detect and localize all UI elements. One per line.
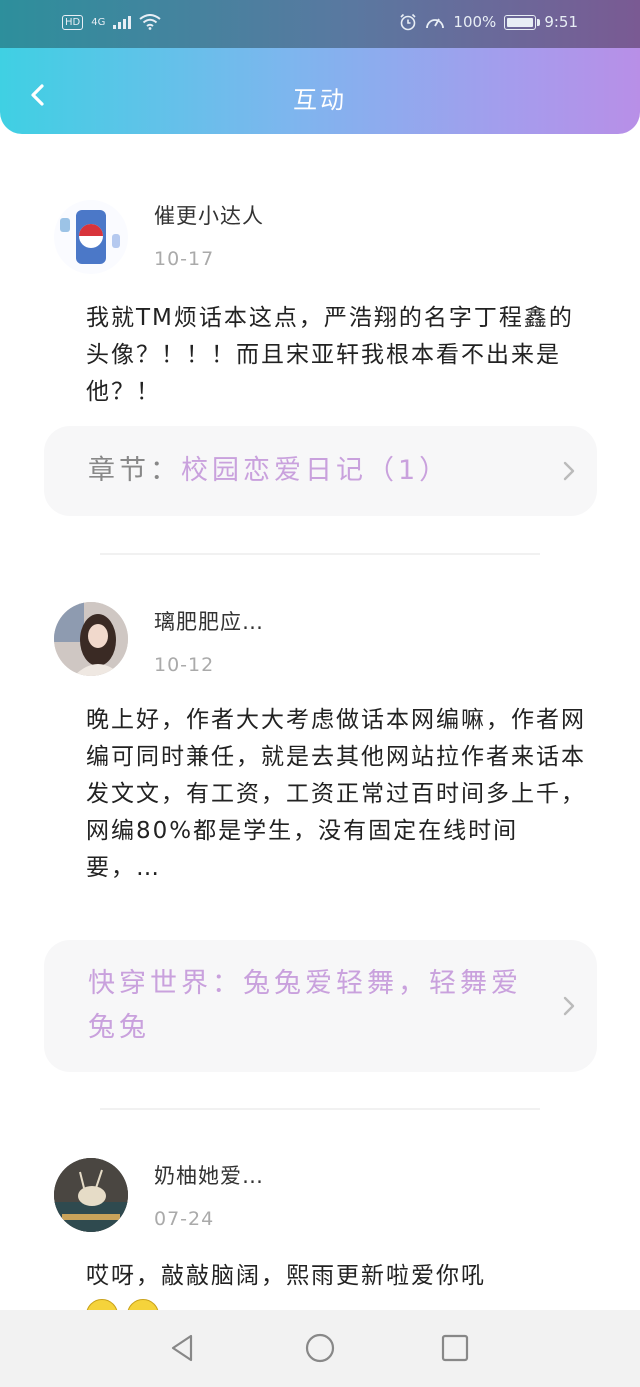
avatar-image: [54, 1158, 128, 1232]
emoji-icon: [127, 1299, 160, 1310]
wifi-icon: [139, 14, 161, 30]
page-title: 互动: [293, 86, 347, 114]
home-circle-icon[interactable]: [304, 1332, 336, 1364]
app-header: HD 4G 100% 9:51 互动: [0, 0, 640, 134]
clock-time: 9:51: [544, 13, 578, 31]
username[interactable]: 璃肥肥应…: [154, 606, 264, 636]
battery-icon: [504, 14, 541, 30]
username[interactable]: 奶柚她爱…: [154, 1160, 264, 1190]
status-right: 100% 9:51: [399, 13, 578, 31]
chevron-right-icon: [563, 996, 575, 1016]
status-bar: HD 4G 100% 9:51: [0, 0, 640, 48]
comment-text: 晚上好，作者大大考虑做话本网编嘛，作者网编可同时兼任，就是去其他网站拉作者来话本…: [86, 707, 586, 881]
alarm-icon: [400, 13, 416, 31]
chapter-title: 快穿世界：兔兔爱轻舞，轻舞爱兔兔: [88, 968, 522, 1043]
avatar[interactable]: [54, 200, 128, 274]
signal-icon: [113, 15, 132, 29]
emoji-icon: [86, 1299, 118, 1310]
chevron-right-icon: [563, 461, 575, 481]
chapter-label: 章节：: [88, 455, 181, 486]
chapter-text: 章节：校园恋爱日记（1）: [88, 449, 537, 493]
avatar-image: [54, 602, 128, 676]
comment-text: 我就TM烦话本这点，严浩翔的名字丁程鑫的头像？！！！而且宋亚轩我根本看不出来是他…: [86, 305, 574, 405]
username[interactable]: 催更小达人: [154, 200, 264, 230]
avatar[interactable]: [54, 1158, 128, 1232]
comment-date: 10-12: [154, 654, 215, 676]
comment-card: 奶柚她爱… 07-24 哎呀，敲敲脑阔，熙雨更新啦爱你吼: [0, 1110, 640, 1310]
system-nav-bar: [0, 1310, 640, 1387]
comment-card: 催更小达人 10-17 我就TM烦话本这点，严浩翔的名字丁程鑫的头像？！！！而且…: [0, 150, 640, 560]
divider: [100, 553, 540, 555]
chapter-title: 校园恋爱日记（1）: [181, 455, 451, 486]
comment-text: 哎呀，敲敲脑阔，熙雨更新啦爱你吼: [86, 1258, 596, 1310]
chapter-link[interactable]: 章节：校园恋爱日记（1）: [44, 426, 597, 516]
avatar-image: [60, 210, 120, 264]
back-triangle-icon[interactable]: [167, 1332, 199, 1364]
speed-icon: [426, 18, 445, 29]
comment-text-body: 哎呀，敲敲脑阔，熙雨更新啦爱你吼: [86, 1263, 486, 1289]
comment-date: 10-17: [154, 248, 215, 270]
status-left: HD 4G: [62, 14, 161, 30]
network-label: 4G: [91, 16, 106, 28]
battery-percent: 100%: [453, 13, 497, 31]
chapter-link[interactable]: 快穿世界：兔兔爱轻舞，轻舞爱兔兔: [44, 940, 597, 1072]
comment-date: 07-24: [154, 1208, 215, 1230]
avatar[interactable]: [54, 602, 128, 676]
recents-square-icon[interactable]: [439, 1332, 471, 1364]
comment-card: 璃肥肥应… 10-12 晚上好，作者大大考虑做话本网编嘛，作者网编可同时兼任，就…: [0, 556, 640, 1096]
hd-badge: HD: [62, 14, 84, 30]
